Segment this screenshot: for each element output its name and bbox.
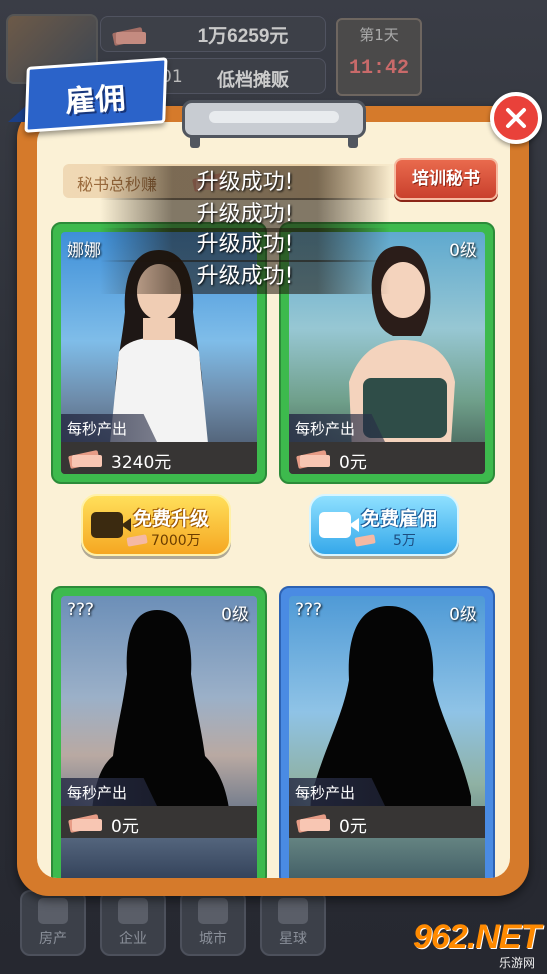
free-upgrade-button[interactable]: 免费升级 7000万 — [81, 494, 231, 556]
locked-secretary-card[interactable]: ??? 0级 每秒产出 0元 — [51, 586, 267, 878]
stage-display: 01 低档摊贩 — [150, 58, 326, 94]
toast-message: 升级成功! — [100, 166, 390, 200]
output-label: 每秒产出 — [295, 784, 356, 802]
money-value: 1万6259元 — [197, 25, 289, 47]
video-ad-icon — [91, 512, 131, 538]
watermark-subtitle: 乐游网 — [498, 956, 535, 970]
cash-icon — [112, 27, 146, 46]
output-label: 每秒产出 — [67, 420, 128, 438]
output-value: 3240元 — [111, 453, 172, 473]
cash-icon — [354, 534, 376, 547]
train-secretary-button[interactable]: 培训秘书 — [394, 158, 498, 200]
nav-label: 企业 — [119, 931, 147, 947]
locked-secretary-card[interactable]: ??? 0级 每秒产出 0元 — [279, 586, 495, 878]
toast-text: 升级成功! — [196, 232, 294, 257]
stage-name: 低档摊贩 — [217, 70, 289, 91]
card-name: 娜娜 — [67, 241, 101, 261]
output-bar: 0元 — [289, 806, 485, 838]
close-icon — [506, 108, 526, 128]
output-label-tag: 每秒产出 — [289, 414, 385, 442]
money-display: 1万6259元 — [100, 16, 326, 52]
nav-company[interactable]: 企业 — [100, 890, 166, 956]
toast-message: 升级成功! — [100, 260, 390, 294]
cash-icon — [296, 814, 330, 833]
toast-message: 升级成功! — [100, 198, 390, 232]
hire-cost: 5万 — [393, 533, 416, 549]
card-name: ??? — [295, 600, 323, 620]
dialog-title-tag: 雇佣 — [24, 57, 168, 133]
output-label-tag: 每秒产出 — [289, 778, 385, 806]
locked-portrait: ??? 0级 每秒产出 0元 — [61, 596, 257, 878]
upgrade-cost: 7000万 — [151, 533, 201, 549]
day-clock: 第1天 11:42 — [336, 18, 422, 96]
locked-portrait: ??? 0级 每秒产出 0元 — [289, 596, 485, 878]
output-bar: 0元 — [61, 806, 257, 838]
card-name: ??? — [67, 600, 95, 620]
toast-text: 升级成功! — [196, 202, 294, 227]
output-value: 0元 — [339, 817, 367, 837]
hire-label: 免费雇佣 — [361, 508, 438, 530]
card-level: 0级 — [221, 605, 249, 625]
cash-icon — [126, 534, 148, 547]
cash-icon — [68, 814, 102, 833]
card-level: 0级 — [449, 605, 477, 625]
nav-property[interactable]: 房产 — [20, 890, 86, 956]
day-label: 第1天 — [359, 26, 399, 44]
output-label-tag: 每秒产出 — [61, 414, 157, 442]
output-bar: 3240元 — [61, 442, 257, 474]
dialog-title: 雇佣 — [63, 81, 127, 120]
watermark: 962.NET 乐游网 — [413, 918, 541, 970]
output-value: 0元 — [111, 817, 139, 837]
cash-icon — [68, 450, 102, 469]
output-value: 0元 — [339, 453, 367, 473]
nav-label: 城市 — [199, 931, 227, 947]
toast-text: 升级成功! — [196, 264, 294, 289]
company-icon — [118, 898, 148, 924]
output-label: 每秒产出 — [67, 784, 128, 802]
watermark-logo: 962.NET — [413, 918, 541, 956]
cash-icon — [296, 450, 330, 469]
nav-label: 星球 — [279, 931, 307, 947]
free-hire-button[interactable]: 免费雇佣 5万 — [309, 494, 459, 556]
planet-icon — [278, 898, 308, 924]
upgrade-label: 免费升级 — [133, 508, 210, 530]
toast-text: 升级成功! — [196, 170, 294, 195]
clock-time: 11:42 — [348, 57, 409, 80]
bottom-nav: 房产 企业 城市 星球 — [20, 890, 450, 960]
card-level: 0级 — [449, 241, 477, 261]
house-icon — [38, 898, 68, 924]
train-button-label: 培训秘书 — [412, 169, 480, 189]
output-label: 每秒产出 — [295, 420, 356, 438]
video-ad-icon — [319, 512, 359, 538]
clipboard-clip — [182, 100, 366, 138]
nav-city[interactable]: 城市 — [180, 890, 246, 956]
city-icon — [198, 898, 228, 924]
output-label-tag: 每秒产出 — [61, 778, 157, 806]
toast-message: 升级成功! — [100, 228, 390, 262]
output-bar: 0元 — [289, 442, 485, 474]
nav-label: 房产 — [39, 931, 67, 947]
close-button[interactable] — [490, 92, 542, 144]
nav-planet[interactable]: 星球 — [260, 890, 326, 956]
